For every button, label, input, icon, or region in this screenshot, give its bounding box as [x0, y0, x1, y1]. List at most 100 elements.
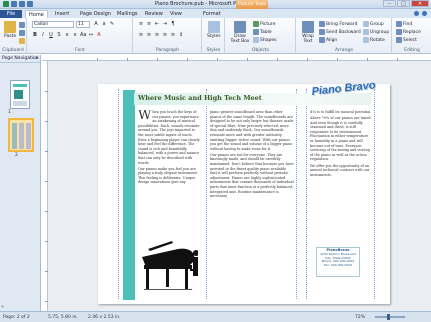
- text-column-3[interactable]: if it is to fulfill its musical potentia…: [310, 110, 372, 245]
- wrap-text-button[interactable]: Wrap Text: [300, 21, 316, 44]
- bullets-icon[interactable]: ≡: [138, 21, 144, 27]
- rotate-icon: [363, 37, 369, 43]
- column-2-paragraph-1: piano greater soundboard area than other…: [210, 110, 294, 151]
- objects-group: Draw Text Box Picture Table Shapes Objec…: [226, 18, 296, 54]
- close-button[interactable]: ✕: [411, 0, 429, 7]
- status-position: 5.75, 5.80 in.: [48, 315, 78, 320]
- group-icon: [363, 21, 369, 27]
- change-case-icon[interactable]: Aa: [80, 32, 86, 38]
- send-backward-button[interactable]: Send Backward: [319, 29, 361, 35]
- zoom-slider[interactable]: [375, 316, 405, 318]
- tab-page-design[interactable]: Page Design: [80, 10, 111, 18]
- ungroup-button[interactable]: Ungroup: [363, 29, 389, 35]
- group-label-objects: Objects: [251, 48, 269, 53]
- bold-icon[interactable]: B: [32, 32, 38, 38]
- editing-group: Find Replace Select Editing: [393, 18, 431, 54]
- help-icon[interactable]: [422, 11, 427, 16]
- styles-button[interactable]: Styles: [207, 21, 221, 39]
- line-spacing-icon[interactable]: ↕: [178, 32, 184, 38]
- page-thumbnail-1[interactable]: [10, 80, 30, 109]
- copy-icon[interactable]: [19, 30, 25, 36]
- shrink-font-icon[interactable]: a: [101, 21, 107, 27]
- undo-icon[interactable]: [19, 1, 25, 7]
- tab-insert[interactable]: Insert: [55, 10, 69, 18]
- minimize-button[interactable]: –: [383, 0, 396, 7]
- picture-tools-context-tab[interactable]: Picture Tools: [236, 0, 268, 9]
- brochure-page[interactable]: Where Music and High Tech Meet Piano Bra…: [98, 79, 390, 304]
- draw-text-box-button[interactable]: Draw Text Box: [230, 21, 250, 44]
- text-column-1[interactable]: W hen you touch the keys of our pianos, …: [138, 110, 200, 234]
- contact-card[interactable]: PianoBravo 1234 Technic Boulevard City, …: [316, 247, 360, 277]
- shapes-icon: [253, 37, 259, 43]
- numbering-icon[interactable]: ≡: [146, 21, 152, 27]
- font-color-icon[interactable]: A: [96, 32, 102, 38]
- align-center-icon[interactable]: ≡: [146, 32, 152, 38]
- distribute-icon[interactable]: ≡: [170, 32, 176, 38]
- replace-button[interactable]: Replace: [396, 29, 421, 35]
- status-page[interactable]: Page: 2 of 2: [3, 312, 30, 322]
- font-size-buttons: A a ✎: [93, 21, 115, 27]
- styles-group: Styles Styles: [203, 18, 225, 54]
- redo-icon[interactable]: [27, 1, 33, 7]
- select-button[interactable]: Select: [396, 37, 417, 43]
- align-left-icon[interactable]: ≡: [138, 32, 144, 38]
- group-label-paragraph: Paragraph: [155, 48, 180, 53]
- italic-icon[interactable]: I: [40, 32, 46, 38]
- underline-icon[interactable]: U: [48, 32, 54, 38]
- align-button[interactable]: Align: [319, 37, 337, 43]
- table-icon: [253, 29, 259, 35]
- paragraph-marks-icon[interactable]: ¶: [170, 21, 176, 27]
- zoom-slider-handle[interactable]: [387, 314, 390, 320]
- list-buttons: ≡ ≡ ⇤ ⇥ ¶: [138, 21, 176, 27]
- tab-format[interactable]: Format: [203, 10, 221, 18]
- bring-forward-button[interactable]: Bring Forward: [319, 21, 357, 27]
- tab-view[interactable]: View: [170, 10, 182, 18]
- align-right-icon[interactable]: ≡: [154, 32, 160, 38]
- status-zoom[interactable]: 72%: [355, 312, 365, 322]
- tab-home[interactable]: Home: [25, 10, 48, 18]
- text-column-2[interactable]: piano greater soundboard area than other…: [210, 110, 294, 298]
- maximize-button[interactable]: □: [397, 0, 410, 7]
- collapse-pane-icon[interactable]: «: [1, 304, 4, 310]
- grand-piano-image[interactable]: [138, 231, 198, 293]
- format-painter-icon[interactable]: [19, 38, 25, 44]
- tab-review[interactable]: Review: [145, 10, 163, 18]
- justify-icon[interactable]: ≡: [162, 32, 168, 38]
- character-spacing-icon[interactable]: ↔: [88, 32, 94, 38]
- page-navigation-header: Page Navigation x: [0, 55, 40, 63]
- paste-button[interactable]: Paste: [4, 21, 16, 39]
- save-icon[interactable]: [11, 1, 17, 7]
- group-label-font: Font: [75, 48, 85, 53]
- styles-icon: [207, 21, 220, 33]
- brochure-heading[interactable]: Where Music and High Tech Meet: [138, 94, 262, 102]
- page-thumbnail-2[interactable]: [8, 118, 34, 152]
- tab-mailings[interactable]: Mailings: [117, 10, 138, 18]
- column-3-paragraph-3: We offer you the opportunity of an annua…: [310, 163, 370, 177]
- shapes-button[interactable]: Shapes: [253, 37, 276, 43]
- cut-icon[interactable]: [19, 22, 25, 28]
- font-size-box[interactable]: 11: [76, 21, 90, 28]
- rotate-button[interactable]: Rotate: [363, 37, 385, 43]
- ungroup-icon: [363, 29, 369, 35]
- clipboard-group: Paste Clipboard: [0, 18, 27, 54]
- close-pane-icon[interactable]: x: [35, 55, 38, 63]
- subscript-icon[interactable]: x: [64, 32, 70, 38]
- strikethrough-icon[interactable]: S: [56, 32, 62, 38]
- title-bar: Piano Brochure.pub - Microsoft Publisher…: [0, 0, 431, 9]
- group-button[interactable]: Group: [363, 21, 384, 27]
- contact-card-line: Fax: 000-000-0000: [323, 263, 353, 268]
- tab-file[interactable]: File: [0, 10, 22, 18]
- table-button[interactable]: Table: [253, 29, 272, 35]
- grow-font-icon[interactable]: A: [93, 21, 99, 27]
- superscript-icon[interactable]: x: [72, 32, 78, 38]
- workspace[interactable]: Where Music and High Tech Meet Piano Bra…: [48, 61, 431, 311]
- picture-button[interactable]: Picture: [253, 21, 275, 27]
- decrease-indent-icon[interactable]: ⇤: [154, 21, 160, 27]
- publisher-app-icon[interactable]: [3, 1, 9, 7]
- font-name-box[interactable]: Calibri: [32, 21, 74, 28]
- clear-format-icon[interactable]: ✎: [109, 21, 115, 27]
- minimize-ribbon-icon[interactable]: [414, 11, 419, 16]
- increase-indent-icon[interactable]: ⇥: [162, 21, 168, 27]
- status-bar: Page: 2 of 2 5.75, 5.80 in. 2.46 x 2.53 …: [0, 311, 431, 322]
- find-button[interactable]: Find: [396, 21, 412, 27]
